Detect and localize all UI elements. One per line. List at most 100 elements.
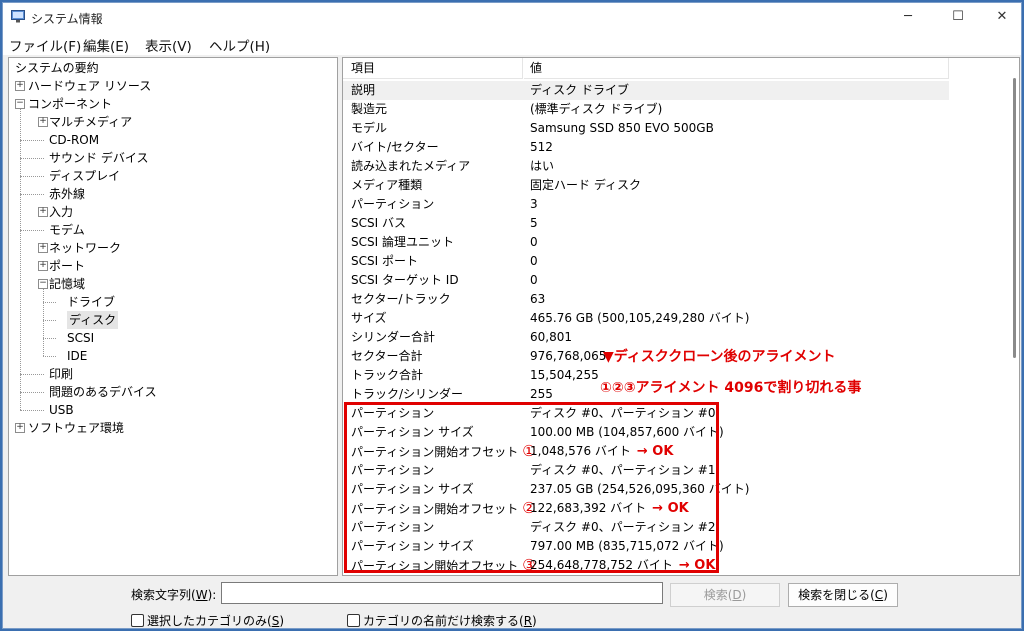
details-value: 3 xyxy=(530,197,538,211)
details-row[interactable]: パーティション ディスク #0、パーティション #2 xyxy=(343,518,949,537)
menu-help[interactable]: ヘルプ(H) xyxy=(209,35,270,55)
column-header-value[interactable]: 値 xyxy=(524,58,949,79)
collapse-icon[interactable]: − xyxy=(38,279,48,289)
collapse-icon[interactable]: − xyxy=(15,99,25,109)
details-value: 1,048,576 バイト → OK xyxy=(530,444,674,459)
annotation-ok: → OK xyxy=(652,501,689,516)
tree-item[interactable]: サウンド デバイス xyxy=(9,149,337,167)
close-button[interactable]: ✕ xyxy=(979,3,1024,31)
tree-item[interactable]: + ハードウェア リソース xyxy=(9,77,337,95)
details-row[interactable]: パーティション開始オフセット ① 1,048,576 バイト → OK xyxy=(343,442,949,461)
tree-item-label: 記憶域 xyxy=(49,277,86,291)
details-row[interactable]: パーティション開始オフセット ③ 254,648,778,752 バイト → OK xyxy=(343,556,949,575)
close-search-button[interactable]: 検索を閉じる(C) xyxy=(788,583,898,607)
tree-item[interactable]: ディスク xyxy=(9,311,337,329)
expand-icon[interactable]: + xyxy=(38,261,48,271)
expand-icon[interactable]: + xyxy=(38,243,48,253)
details-value: 15,504,255 xyxy=(530,368,599,382)
expand-icon[interactable]: + xyxy=(38,117,48,127)
minimize-button[interactable]: ─ xyxy=(885,3,931,31)
tree-connector xyxy=(43,289,44,356)
details-value: Samsung SSD 850 EVO 500GB xyxy=(530,121,714,135)
details-row[interactable]: バイト/セクター 512 xyxy=(343,138,949,157)
details-row[interactable]: パーティション 3 xyxy=(343,195,949,214)
find-button[interactable]: 検索(D) xyxy=(670,583,780,607)
tree-item[interactable]: モデム xyxy=(9,221,337,239)
details-row[interactable]: メディア種類 固定ハード ディスク xyxy=(343,176,949,195)
details-row[interactable]: 説明 ディスク ドライブ xyxy=(343,81,949,100)
tree-item[interactable]: 問題のあるデバイス xyxy=(9,383,337,401)
checkbox-category-names-only[interactable]: カテゴリの名前だけ検索する(R) xyxy=(347,612,537,629)
details-scrollbar[interactable] xyxy=(1010,58,1019,575)
expand-icon[interactable]: + xyxy=(38,207,48,217)
details-value: ディスク #0、パーティション #2 xyxy=(530,520,716,534)
details-row[interactable]: モデル Samsung SSD 850 EVO 500GB xyxy=(343,119,949,138)
checkbox-icon[interactable] xyxy=(347,614,360,627)
tree-item[interactable]: + マルチメディア xyxy=(9,113,337,131)
details-item: パーティション サイズ xyxy=(351,539,474,553)
details-item: パーティション開始オフセット ② xyxy=(351,499,536,517)
checkbox-selected-category-only[interactable]: 選択したカテゴリのみ(S) xyxy=(131,612,284,629)
details-item: トラック/シリンダー xyxy=(351,387,464,401)
tree-item[interactable]: + ソフトウェア環境 xyxy=(9,419,337,437)
details-row[interactable]: パーティション ディスク #0、パーティション #1 xyxy=(343,461,949,480)
details-item: 読み込まれたメディア xyxy=(351,159,471,173)
details-row[interactable]: サイズ 465.76 GB (500,105,249,280 バイト) xyxy=(343,309,949,328)
details-item: シリンダー合計 xyxy=(351,330,436,344)
tree-item[interactable]: ドライブ xyxy=(9,293,337,311)
details-value: 固定ハード ディスク xyxy=(530,178,641,192)
maximize-button[interactable]: ☐ xyxy=(935,3,981,31)
details-row[interactable]: SCSI ターゲット ID 0 xyxy=(343,271,949,290)
search-input[interactable] xyxy=(221,582,663,604)
details-row[interactable]: パーティション サイズ 237.05 GB (254,526,095,360 バイ… xyxy=(343,480,949,499)
menu-file[interactable]: ファイル(F) xyxy=(9,35,81,55)
tree-item[interactable]: 赤外線 xyxy=(9,185,337,203)
tree-item[interactable]: 印刷 xyxy=(9,365,337,383)
tree-connector xyxy=(20,176,44,177)
tree-item[interactable]: システムの要約 xyxy=(9,59,337,77)
details-item: バイト/セクター xyxy=(351,140,439,154)
details-list[interactable]: 項目 値 説明 ディスク ドライブ 製造元 (標準ディスク ドライブ) モデル Samsu… xyxy=(342,57,1020,576)
details-row[interactable]: 製造元 (標準ディスク ドライブ) xyxy=(343,100,949,119)
tree-item[interactable]: + 入力 xyxy=(9,203,337,221)
tree-item[interactable]: + ネットワーク xyxy=(9,239,337,257)
tree-item[interactable]: CD-ROM xyxy=(9,131,337,149)
details-row[interactable]: パーティション ディスク #0、パーティション #0 xyxy=(343,404,949,423)
details-item: セクター/トラック xyxy=(351,292,451,306)
tree-item[interactable]: SCSI xyxy=(9,329,337,347)
tree-item-label: ドライブ xyxy=(67,295,116,309)
scrollbar-thumb[interactable] xyxy=(1013,78,1016,358)
details-row[interactable]: パーティション開始オフセット ② 122,683,392 バイト → OK xyxy=(343,499,949,518)
details-value: 100.00 MB (104,857,600 バイト) xyxy=(530,425,724,439)
details-value: 512 xyxy=(530,140,553,154)
details-row[interactable]: パーティション サイズ 100.00 MB (104,857,600 バイト) xyxy=(343,423,949,442)
expand-icon[interactable]: + xyxy=(15,423,25,433)
menu-bar: ファイル(F) 編集(E) 表示(V) ヘルプ(H) xyxy=(3,31,1021,55)
menu-view[interactable]: 表示(V) xyxy=(145,35,192,55)
tree-item-label: 赤外線 xyxy=(49,187,86,201)
details-value: 63 xyxy=(530,292,546,306)
column-header-item[interactable]: 項目 xyxy=(343,58,523,79)
tree-item[interactable]: + ポート xyxy=(9,257,337,275)
details-row[interactable]: SCSI バス 5 xyxy=(343,214,949,233)
details-row[interactable]: SCSI ポート 0 xyxy=(343,252,949,271)
tree-item[interactable]: ディスプレイ xyxy=(9,167,337,185)
tree-item-label: サウンド デバイス xyxy=(49,151,149,165)
details-row[interactable]: 読み込まれたメディア はい xyxy=(343,157,949,176)
checkbox-icon[interactable] xyxy=(131,614,144,627)
details-row[interactable]: シリンダー合計 60,801 xyxy=(343,328,949,347)
tree-item[interactable]: − コンポーネント xyxy=(9,95,337,113)
tree-item-label: IDE xyxy=(67,349,88,363)
tree-item[interactable]: IDE xyxy=(9,347,337,365)
tree-item[interactable]: − 記憶域 xyxy=(9,275,337,293)
tree-item[interactable]: USB xyxy=(9,401,337,419)
expand-icon[interactable]: + xyxy=(15,81,25,91)
details-row[interactable]: パーティション サイズ 797.00 MB (835,715,072 バイト) xyxy=(343,537,949,556)
details-value: ディスク #0、パーティション #1 xyxy=(530,463,716,477)
details-row[interactable]: SCSI 論理ユニット 0 xyxy=(343,233,949,252)
system-info-icon xyxy=(11,10,25,23)
details-value: 976,768,065 xyxy=(530,349,607,363)
details-row[interactable]: セクター/トラック 63 xyxy=(343,290,949,309)
category-tree[interactable]: システムの要約 + ハードウェア リソース − コンポーネント + マルチメディア CD-RO… xyxy=(8,57,338,576)
menu-edit[interactable]: 編集(E) xyxy=(83,35,129,55)
